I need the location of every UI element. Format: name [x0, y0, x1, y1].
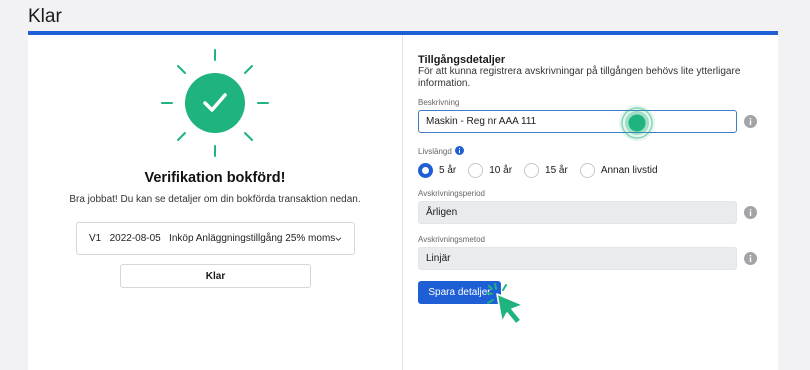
check-circle-icon [160, 48, 270, 158]
klar-button[interactable]: Klar [120, 264, 311, 288]
info-icon[interactable] [744, 206, 757, 219]
radio-10-ar[interactable]: 10 år [468, 163, 512, 178]
section-description: För att kunna registrera avskrivningar p… [418, 66, 741, 89]
radio-label: Annan livstid [600, 165, 658, 176]
section-title: Tillgångsdetaljer [418, 54, 506, 66]
beskrivning-label: Beskrivning [418, 98, 460, 107]
avskrivningsperiod-label: Avskrivningsperiod [418, 189, 485, 198]
success-title: Verifikation bokförd! [144, 170, 286, 186]
avskrivningsmetod-value: Linjär [426, 253, 451, 264]
radio-label: 15 år [545, 165, 568, 176]
beskrivning-input[interactable]: Maskin - Reg nr AAA 111 [418, 110, 737, 133]
radio-15-ar[interactable]: 15 år [524, 163, 568, 178]
avskrivningsperiod-value: Årligen [426, 207, 458, 218]
livslangd-label-row: Livslängd [418, 146, 464, 156]
avskrivningsmetod-label: Avskrivningsmetod [418, 235, 485, 244]
info-icon[interactable] [454, 146, 464, 155]
radio-label: 10 år [489, 165, 513, 176]
avskrivningsperiod-field: Årligen [418, 201, 737, 224]
page-title: Klar [28, 6, 62, 27]
radio-unchecked-icon [579, 163, 595, 178]
radio-unchecked-icon [524, 163, 540, 178]
livslangd-radio-group: 5 år 10 år 15 år Annan livstid [418, 163, 670, 178]
avskrivningsmetod-field: Linjär [418, 247, 737, 270]
radio-unchecked-icon [468, 163, 484, 178]
verification-select-value: V1 2022-08-05 Inköp Anläggningstillgång … [89, 233, 336, 244]
livslangd-label: Livslängd [418, 147, 452, 156]
radio-annan-livstid[interactable]: Annan livstid [579, 163, 658, 178]
beskrivning-value: Maskin - Reg nr AAA 111 [426, 116, 537, 127]
verification-select[interactable]: V1 2022-08-05 Inköp Anläggningstillgång … [76, 222, 355, 255]
chevron-down-icon [335, 237, 342, 241]
cursor-icon [486, 283, 524, 325]
info-icon[interactable] [744, 115, 757, 128]
radio-label: 5 år [439, 165, 457, 176]
click-indicator-icon [619, 105, 655, 141]
info-icon[interactable] [744, 252, 757, 265]
column-divider [402, 35, 403, 370]
radio-checked-icon [418, 163, 433, 178]
radio-5-ar[interactable]: 5 år [418, 163, 456, 178]
success-description: Bra jobbat! Du kan se detaljer om din bo… [69, 194, 361, 205]
